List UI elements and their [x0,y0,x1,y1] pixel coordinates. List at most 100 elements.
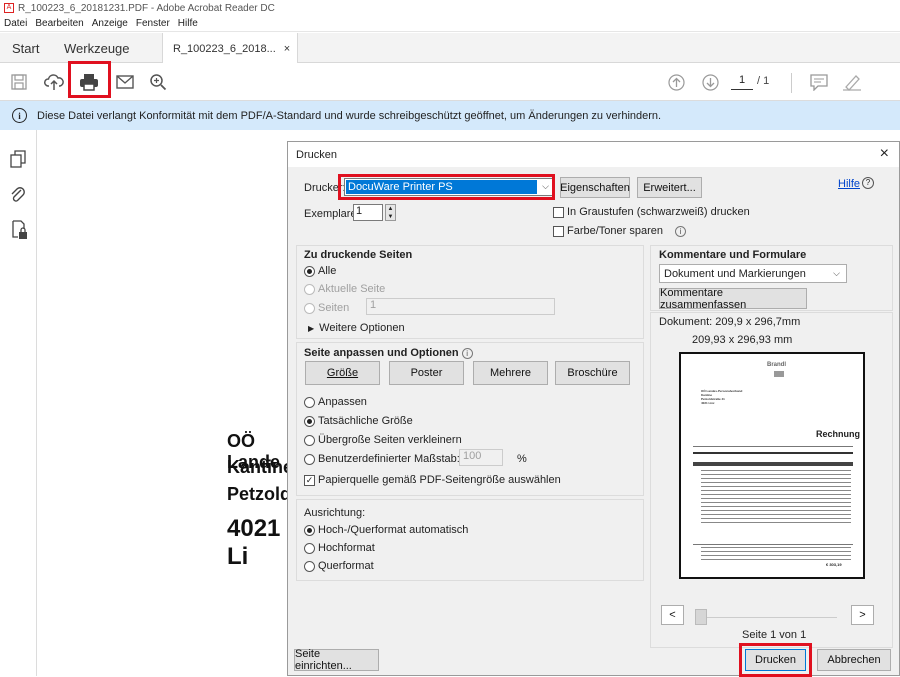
portrait-option[interactable]: Hochformat [304,542,375,554]
menu-bar: Datei Bearbeiten Anzeige Fenster Hilfe [0,16,900,32]
print-dialog-title-bar: Drucken × [288,142,899,167]
page-down-icon[interactable] [700,72,720,92]
save-icon[interactable] [9,72,29,92]
printer-select-highlight [338,174,555,200]
menu-bearbeiten[interactable]: Bearbeiten [35,18,83,29]
previous-page-button[interactable]: < [661,605,684,625]
multiple-button[interactable]: Mehrere [473,361,548,385]
tab-werkzeuge[interactable]: Werkzeuge [64,33,130,63]
more-options-toggle[interactable]: ▶ Weitere Optionen [308,322,405,334]
upload-cloud-icon[interactable] [44,72,64,92]
page-range-radio[interactable] [304,302,315,314]
page-thumbnails-icon[interactable] [10,150,26,171]
tab-document-label: R_100223_6_2018... [173,42,276,55]
menu-hilfe[interactable]: Hilfe [178,18,198,29]
security-lock-document-icon[interactable] [10,220,28,243]
attachment-paperclip-icon[interactable] [10,186,26,207]
custom-scale-radio[interactable] [304,453,315,465]
tab-document[interactable]: R_100223_6_2018... × [162,33,298,64]
page-sizing-group: Seite anpassen und Optionen i Größe Poste… [296,342,644,496]
window-title-bar: A R_100223_6_20181231.PDF - Adobe Acrobat… [0,0,900,16]
current-page-option[interactable]: Aktuelle Seite [304,283,385,295]
landscape-radio[interactable] [304,560,315,572]
booklet-button[interactable]: Broschüre [555,361,630,385]
help-icon[interactable]: ? [862,177,874,189]
tab-close-icon[interactable]: × [284,43,290,55]
paper-source-option[interactable]: ✓ Papierquelle gemäß PDF-Seitengröße ausw… [304,474,561,486]
pages-to-print-heading: Zu druckende Seiten [304,249,413,261]
preview-logo [774,371,784,377]
copies-input[interactable]: 1 [353,204,383,221]
fit-option[interactable]: Anpassen [304,396,367,408]
page-sizing-heading: Seite anpassen und Optionen i [304,347,473,359]
close-icon[interactable]: × [880,145,889,163]
shrink-label: Übergroße Seiten verkleinern [318,434,462,446]
highlight-pen-icon[interactable] [842,72,862,92]
comments-select[interactable]: Dokument und Markierungen ⌵ [659,264,847,283]
paper-source-checkbox[interactable]: ✓ [304,474,315,486]
tab-start[interactable]: Start [12,33,39,63]
menu-anzeige[interactable]: Anzeige [92,18,128,29]
page-setup-button[interactable]: Seite einrichten... [294,648,379,672]
properties-button[interactable]: Eigenschaften [560,177,630,198]
doc-line-2: Kantine [227,457,294,477]
shrink-option[interactable]: Übergroße Seiten verkleinern [304,434,462,446]
poster-button[interactable]: Poster [389,361,464,385]
print-icon[interactable] [79,72,99,92]
page-slider-thumb[interactable] [695,609,707,625]
preview-title: Rechnung [816,429,860,439]
actual-size-label: Tatsächliche Größe [318,415,413,427]
summarize-comments-button[interactable]: Kommentare zusammenfassen [659,287,807,311]
email-icon[interactable] [115,72,135,92]
grayscale-checkbox[interactable] [553,206,564,218]
toolbar: 1 / 1 [0,61,900,101]
next-page-button[interactable]: > [851,605,874,625]
landscape-option[interactable]: Querformat [304,560,374,572]
page-total: / 1 [757,75,770,87]
preview-group: Dokument: 209,9 x 296,7mm 209,93 x 296,9… [650,312,893,648]
current-page-radio[interactable] [304,283,315,295]
left-navigation-rail: ◀ [0,130,43,676]
all-pages-label: Alle [318,265,337,277]
page-range-input[interactable]: 1 [366,298,555,315]
menu-datei[interactable]: Datei [4,18,27,29]
comment-icon[interactable] [809,72,829,92]
all-pages-option[interactable]: Alle [304,265,336,277]
advanced-button[interactable]: Erweitert... [637,177,702,198]
scale-input[interactable]: 100 [459,449,503,466]
shrink-radio[interactable] [304,434,315,446]
auto-orientation-option[interactable]: Hoch-/Querformat automatisch [304,524,468,536]
size-button[interactable]: Größe [305,361,380,385]
page-range-label: Seiten [318,302,350,314]
preview-rule [693,544,853,545]
copies-stepper[interactable]: ▲ ▼ [385,204,396,221]
expand-arrow-icon: ▶ [308,324,315,333]
auto-orientation-radio[interactable] [304,524,315,536]
page-sizing-heading-text: Seite anpassen und Optionen [304,347,459,359]
save-ink-option[interactable]: Farbe/Toner sparen i [553,225,686,237]
pages-to-print-group: Zu druckende Seiten Alle Aktuelle Seite … [296,245,644,339]
custom-scale-option[interactable]: Benutzerdefinierter Maßstab: [304,453,460,465]
document-size-label: Dokument: 209,9 x 296,7mm [659,316,801,328]
cancel-button[interactable]: Abbrechen [817,649,891,671]
all-pages-radio[interactable] [304,265,315,277]
save-ink-label: Farbe/Toner sparen [567,225,663,237]
grayscale-option[interactable]: In Graustufen (schwarzweiß) drucken [553,206,750,218]
chevron-right-icon: > [859,609,866,621]
auto-orientation-label: Hoch-/Querformat automatisch [318,524,469,536]
actual-size-radio[interactable] [304,415,315,427]
chevron-left-icon: < [669,609,676,621]
menu-fenster[interactable]: Fenster [136,18,170,29]
page-range-option[interactable]: Seiten [304,302,349,314]
zoom-search-icon[interactable] [148,72,168,92]
help-link[interactable]: Hilfe [838,178,860,190]
actual-size-option[interactable]: Tatsächliche Größe [304,415,413,427]
portrait-radio[interactable] [304,542,315,554]
page-up-icon[interactable] [666,72,686,92]
save-ink-checkbox[interactable] [553,225,564,237]
fit-radio[interactable] [304,396,315,408]
page-slider-track[interactable] [707,617,837,618]
page-number-input[interactable]: 1 [731,74,753,90]
tab-bar: Start Werkzeuge R_100223_6_2018... × [0,33,900,64]
preview-total-lines [701,547,851,561]
